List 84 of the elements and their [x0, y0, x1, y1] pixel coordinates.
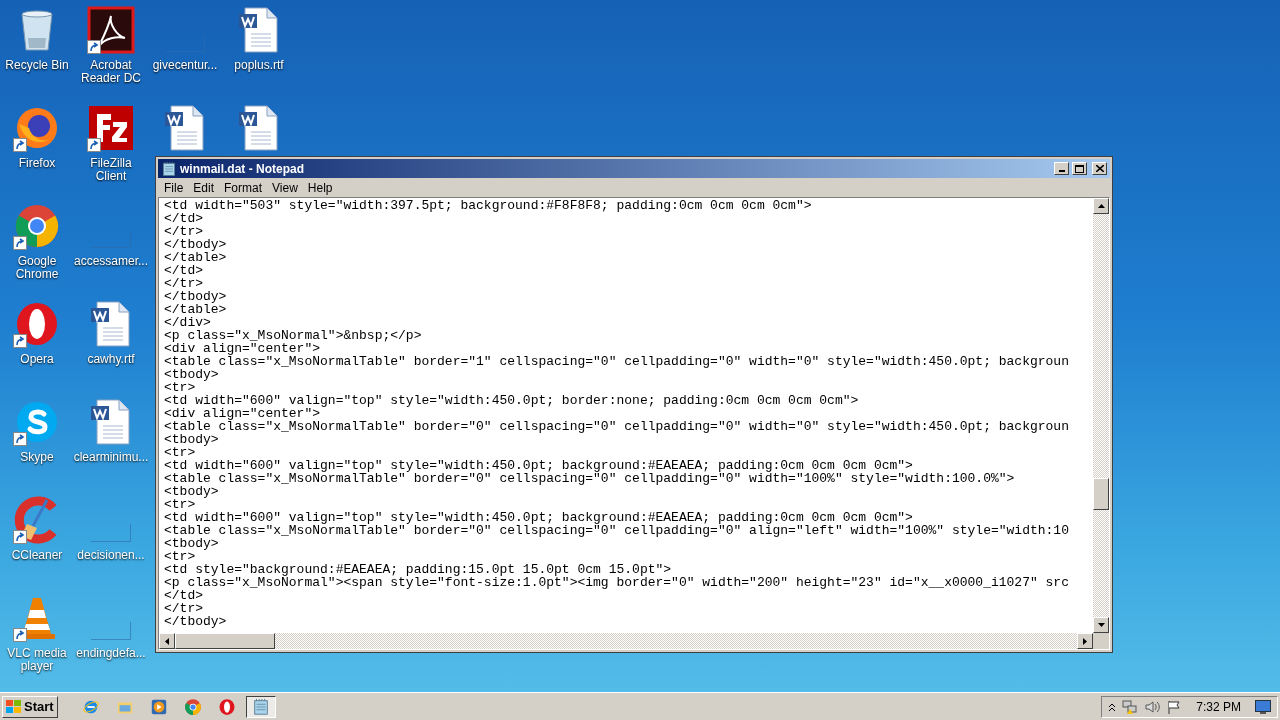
desktop-icon-label[interactable]: FileZilla Client [74, 157, 148, 183]
notepad-icon [251, 697, 270, 716]
desktop-icon-label[interactable]: Skype [19, 451, 55, 464]
minimize-icon [1058, 170, 1065, 172]
menu-item[interactable]: File [159, 178, 189, 197]
code-line: </table> [164, 303, 227, 316]
network-icon[interactable] [1122, 698, 1139, 715]
windows-logo-icon [6, 699, 22, 714]
desktop-icon-label[interactable]: decisionen... [76, 549, 146, 562]
acrobat-icon [87, 6, 135, 54]
desktop-icon-label[interactable]: poplus.rtf [233, 59, 285, 72]
minimize-button[interactable] [1054, 162, 1069, 175]
code-line: <p class="x_MsoNormal"><span style="font-size:1.0pt"><img border="0" width="200" height="23" id="x__x0000_i1027" src [164, 576, 1069, 589]
menu-item[interactable]: View [267, 178, 303, 197]
desktop-icon-label[interactable]: CCleaner [10, 549, 64, 562]
code-line: <tr> [164, 498, 196, 511]
code-line: <td width="503" style="width:397.5pt; background:#F8F8F8; padding:0cm 0cm 0cm 0cm"> [164, 199, 812, 212]
code-line: </table> [164, 251, 227, 264]
code-line: <td style="background:#EAEAEA; padding:15.0pt 15.0pt 0cm 15.0pt"> [164, 563, 672, 576]
menu-item[interactable]: Help [302, 178, 338, 197]
code-line: <table class="x_MsoNormalTable" border="0" cellspacing="0" cellpadding="0" width="0" style="width:450.0pt; backgroun [164, 420, 1069, 433]
scrollbar-thumb[interactable] [1093, 478, 1109, 510]
desktop-icon-label[interactable]: Google Chrome [0, 255, 74, 281]
show-desktop-icon[interactable] [1255, 699, 1271, 714]
clock[interactable]: 7:32 PM [1188, 697, 1249, 716]
code-line: <tr> [164, 381, 196, 394]
desktop-icon-label[interactable]: Recycle Bin [4, 59, 70, 72]
code-line: </td> [164, 264, 203, 277]
code-line: <div align="center"> [164, 342, 321, 355]
scroll-up-icon[interactable] [1097, 204, 1105, 208]
scroll-right-icon[interactable] [1083, 637, 1087, 645]
close-icon [1095, 165, 1104, 172]
maximize-button[interactable] [1072, 162, 1087, 175]
desktop-icon-label[interactable]: Firefox [17, 157, 57, 170]
media-player-icon [149, 697, 168, 716]
code-line: <table class="x_MsoNormalTable" border="1" cellspacing="0" cellpadding="0" width="0" style="width:450.0pt; backgroun [164, 355, 1069, 368]
desktop-icon-label[interactable]: Opera [19, 353, 55, 366]
flag-icon[interactable] [1166, 698, 1183, 715]
desktop-icon-label[interactable]: Acrobat Reader DC [74, 59, 148, 85]
menu-item[interactable]: Edit [188, 178, 220, 197]
code-line: <table class="x_MsoNormalTable" border="0" cellspacing="0" cellpadding="0" width="100%" style="width:100.0%"> [164, 472, 1015, 485]
code-line: <tbody> [164, 537, 219, 550]
code-line: </div> [164, 316, 211, 329]
code-line: <tbody> [164, 433, 219, 446]
chevron-up-icon[interactable] [1108, 701, 1117, 712]
start-button[interactable]: Start [2, 695, 58, 718]
maximize-icon [1075, 164, 1084, 173]
code-line: </tbody> [164, 615, 227, 628]
chrome-icon [183, 697, 202, 716]
code-line: </tr> [164, 225, 203, 238]
taskbar-button[interactable] [245, 695, 276, 718]
code-line: <p class="x_MsoNormal">&nbsp;</p> [164, 329, 422, 342]
code-line: <td width="600" valign="top" style="width:450.0pt; background:#EAEAEA; padding:0cm 0cm 0cm 0cm"> [164, 511, 913, 524]
code-line: <table class="x_MsoNormalTable" border="0" cellspacing="0" cellpadding="0" align="left" width="100%" style="width:10 [164, 524, 1069, 537]
code-line: <tr> [164, 550, 196, 563]
filezilla-icon [87, 104, 135, 152]
opera-icon [217, 697, 236, 716]
chrome-icon [13, 202, 61, 250]
desktop-icon-label[interactable]: cawhy.rtf [86, 353, 136, 366]
code-line: <tr> [164, 446, 196, 459]
close-button[interactable] [1092, 162, 1107, 175]
scroll-left-icon[interactable] [165, 637, 169, 645]
code-line: </tbody> [164, 238, 227, 251]
code-line: <td width="600" valign="top" style="width:450.0pt; border:none; padding:0cm 0cm 0cm 0cm"> [164, 394, 859, 407]
code-line: <tbody> [164, 485, 219, 498]
code-line: </tr> [164, 602, 203, 615]
code-line: <tbody> [164, 368, 219, 381]
menu-item[interactable]: Format [219, 178, 268, 197]
desktop-icon-label[interactable]: clearminimu... [72, 451, 150, 464]
code-line: <div align="center"> [164, 407, 321, 420]
code-line: </tr> [164, 277, 203, 290]
scrollbar-thumb[interactable] [175, 633, 275, 649]
vertical-scrollbar[interactable] [1093, 198, 1109, 633]
desktop-icon-label[interactable]: accessamer... [73, 255, 149, 268]
code-line: </td> [164, 589, 203, 602]
notepad-icon [161, 160, 177, 177]
window-title: winmail.dat - Notepad [180, 160, 304, 178]
scroll-down-icon[interactable] [1097, 623, 1105, 627]
code-line: </td> [164, 212, 203, 225]
code-line: </tbody> [164, 290, 227, 303]
horizontal-scrollbar[interactable] [159, 633, 1093, 649]
code-line: <td width="600" valign="top" style="width:450.0pt; background:#EAEAEA; padding:0cm 0cm 0cm 0cm"> [164, 459, 913, 472]
desktop-icon-label[interactable]: givecentur... [151, 59, 219, 72]
speaker-icon[interactable] [1144, 698, 1161, 715]
